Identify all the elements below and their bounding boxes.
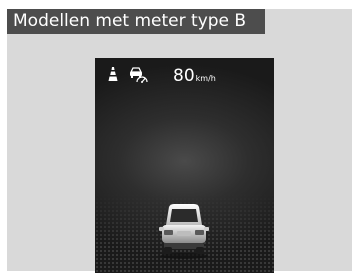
speed-value: 80: [173, 66, 195, 86]
indicator-row: 80km/h: [95, 58, 274, 88]
own-vehicle-icon: [159, 204, 209, 259]
lane-keeping-assist-icon: [108, 67, 118, 81]
speed-unit: km/h: [195, 74, 216, 83]
adaptive-cruise-control-icon: [129, 67, 148, 83]
section-title: Modellen met meter type B: [7, 9, 265, 34]
speed-readout: 80km/h: [173, 66, 216, 86]
instrument-display: 80km/h: [95, 58, 274, 273]
